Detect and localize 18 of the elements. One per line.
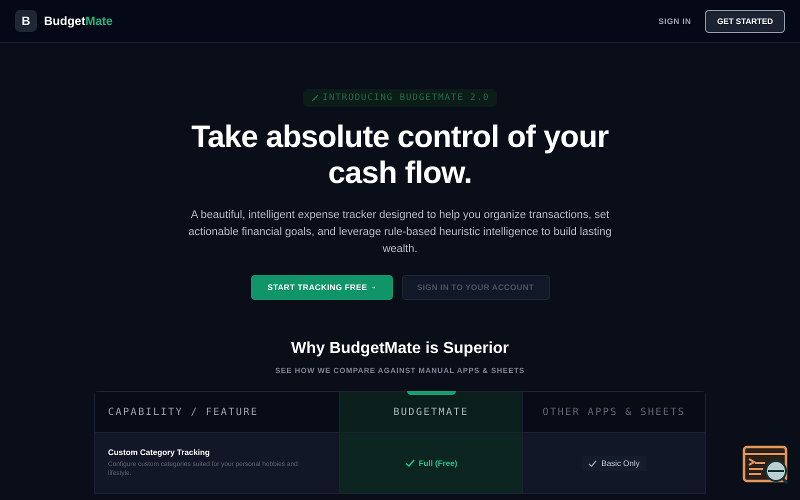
check-icon xyxy=(404,458,415,468)
column-header: BUDGETMATE xyxy=(339,392,523,432)
feature-name: Custom Category Tracking xyxy=(108,448,210,457)
brand-name[interactable]: BudgetMate xyxy=(44,14,113,28)
logo-badge[interactable]: B xyxy=(15,10,37,32)
get-started-button[interactable]: GET STARTED xyxy=(705,10,785,32)
announcement-badge: INTRODUCING BUDGETMATE 2.0 xyxy=(302,89,498,107)
others-value: Basic Only xyxy=(582,456,646,470)
section-title: Why BudgetMate is Superior xyxy=(291,340,509,358)
hero-description: A beautiful, intelligent expense tracker designed to help you organize transactions, set actionable financial goals, and leverage rule-based heuristic intelligence to build lasting wealth. xyxy=(187,208,613,257)
budgetmate-value: Full (Free) xyxy=(404,458,458,468)
sign-in-link[interactable]: SIGN IN xyxy=(658,16,692,26)
column-header: CAPABILITY / FEATURE xyxy=(107,406,260,420)
column-header: OTHER APPS & SHEETS xyxy=(542,406,686,420)
hero-title: Take absolute control of your cash flow. xyxy=(191,119,609,191)
start-tracking-button[interactable]: START TRACKING FREE xyxy=(250,275,392,300)
check-icon xyxy=(588,458,598,468)
column-tag xyxy=(407,391,456,395)
